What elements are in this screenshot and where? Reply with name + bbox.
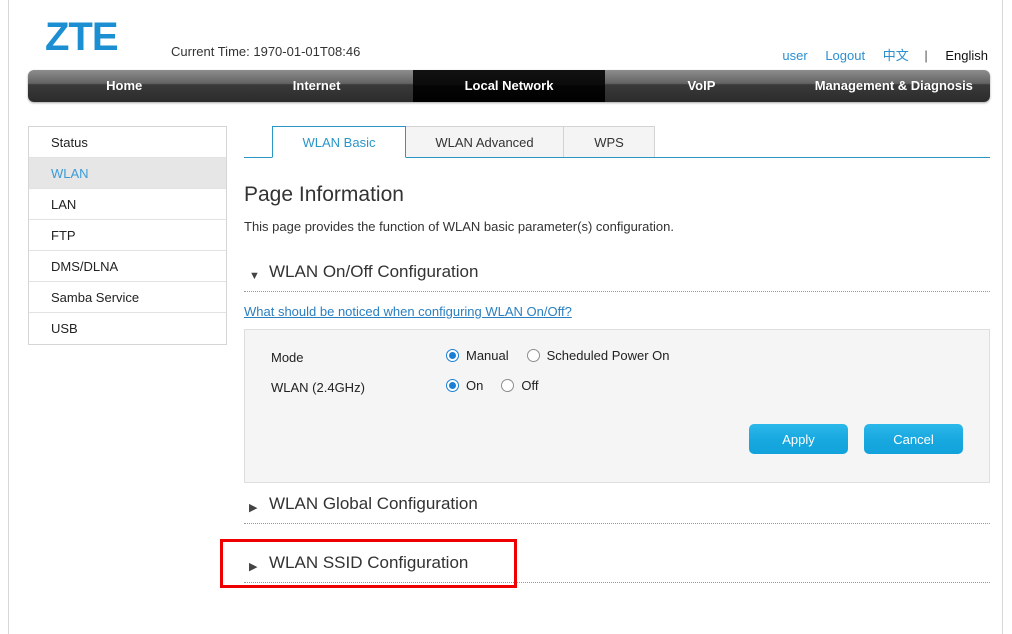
- user-link[interactable]: user: [782, 48, 807, 63]
- panel-button-row: Apply Cancel: [245, 424, 989, 468]
- sidebar-item-lan[interactable]: LAN: [29, 189, 226, 220]
- page-border-right: [1002, 0, 1003, 634]
- chevron-right-icon: ▶: [249, 561, 258, 573]
- page-title: Page Information: [244, 183, 404, 206]
- section-title-wlan-ssid: WLAN SSID Configuration: [269, 553, 469, 572]
- section-wlan-ssid: ▶ WLAN SSID Configuration: [244, 553, 990, 583]
- field-row-mode: Mode Manual Scheduled Power On: [245, 346, 989, 376]
- logout-link[interactable]: Logout: [825, 48, 865, 63]
- apply-button[interactable]: Apply: [749, 424, 848, 454]
- sidebar-item-wlan[interactable]: WLAN: [29, 158, 226, 189]
- language-chinese-link[interactable]: 中文: [883, 48, 909, 63]
- radio-label-scheduled-power-on: Scheduled Power On: [546, 348, 670, 363]
- radio-scheduled-power-on-icon[interactable]: [526, 349, 540, 362]
- radio-option-off[interactable]: Off: [501, 378, 538, 393]
- tab-wlan-advanced[interactable]: WLAN Advanced: [405, 126, 564, 158]
- cancel-button[interactable]: Cancel: [864, 424, 963, 454]
- radio-option-on[interactable]: On: [446, 378, 483, 393]
- field-options-mode: Manual Scheduled Power On: [446, 348, 688, 363]
- radio-label-on: On: [466, 378, 484, 393]
- section-divider: [244, 582, 990, 583]
- nav-item-home[interactable]: Home: [28, 70, 220, 102]
- content-area: WLAN Basic WLAN Advanced WPS Page Inform…: [244, 126, 990, 583]
- tab-wps[interactable]: WPS: [563, 126, 655, 158]
- radio-label-manual: Manual: [466, 348, 509, 363]
- nav-item-local-network[interactable]: Local Network: [412, 70, 606, 102]
- router-admin-page: ZTE Current Time: 1970-01-01T08:46 user …: [0, 0, 1012, 634]
- sidebar-item-usb[interactable]: USB: [29, 313, 226, 344]
- section-divider: [244, 523, 990, 524]
- section-header-wlan-onoff[interactable]: ▼ WLAN On/Off Configuration: [244, 262, 990, 291]
- tab-bar: WLAN Basic WLAN Advanced WPS: [244, 126, 990, 158]
- field-row-wlan-24ghz: WLAN (2.4GHz) On Off: [245, 376, 989, 406]
- radio-label-off: Off: [521, 378, 539, 393]
- sidebar-menu: Status WLAN LAN FTP DMS/DLNA Samba Servi…: [28, 126, 227, 345]
- tab-wlan-basic[interactable]: WLAN Basic: [272, 126, 406, 158]
- field-options-wlan-24ghz: On Off: [446, 378, 556, 393]
- language-english-link[interactable]: English: [945, 48, 988, 63]
- sidebar-item-ftp[interactable]: FTP: [29, 220, 226, 251]
- wlan-onoff-help-link[interactable]: What should be noticed when configuring …: [244, 304, 990, 319]
- main-navigation: Home Internet Local Network VoIP Managem…: [28, 70, 990, 102]
- zte-logo: ZTE: [45, 15, 119, 59]
- field-label-wlan-24ghz: WLAN (2.4GHz): [271, 380, 365, 395]
- sidebar-item-status[interactable]: Status: [29, 127, 226, 158]
- page-border-left: [8, 0, 9, 634]
- section-wlan-onoff: ▼ WLAN On/Off Configuration What should …: [244, 262, 990, 483]
- nav-item-management-diagnosis[interactable]: Management & Diagnosis: [798, 70, 990, 102]
- section-title-wlan-global: WLAN Global Configuration: [269, 494, 478, 513]
- section-header-wlan-global[interactable]: ▶ WLAN Global Configuration: [244, 494, 990, 523]
- radio-on-icon[interactable]: [446, 379, 459, 392]
- sidebar-item-samba-service[interactable]: Samba Service: [29, 282, 226, 313]
- field-label-mode: Mode: [271, 350, 304, 365]
- language-separator: |: [924, 48, 928, 63]
- radio-option-manual[interactable]: Manual: [446, 348, 509, 363]
- page-description: This page provides the function of WLAN …: [244, 219, 674, 234]
- section-wlan-global: ▶ WLAN Global Configuration: [244, 494, 990, 524]
- section-header-wlan-ssid[interactable]: ▶ WLAN SSID Configuration: [244, 553, 990, 582]
- header-links: user Logout 中文 | English: [768, 45, 988, 64]
- page-header: ZTE Current Time: 1970-01-01T08:46 user …: [9, 0, 1002, 68]
- nav-item-internet[interactable]: Internet: [220, 70, 412, 102]
- wlan-onoff-panel: Mode Manual Scheduled Power On WLAN (2.4…: [244, 329, 990, 483]
- chevron-right-icon: ▶: [249, 502, 258, 514]
- radio-off-icon[interactable]: [501, 379, 515, 392]
- section-divider: [244, 291, 990, 292]
- nav-item-voip[interactable]: VoIP: [605, 70, 797, 102]
- sidebar-item-dms-dlna[interactable]: DMS/DLNA: [29, 251, 226, 282]
- current-time-label: Current Time: 1970-01-01T08:46: [171, 44, 361, 59]
- section-title-wlan-onoff: WLAN On/Off Configuration: [269, 262, 479, 281]
- radio-option-scheduled-power-on[interactable]: Scheduled Power On: [526, 348, 670, 363]
- chevron-down-icon: ▼: [249, 270, 260, 282]
- radio-manual-icon[interactable]: [446, 349, 459, 362]
